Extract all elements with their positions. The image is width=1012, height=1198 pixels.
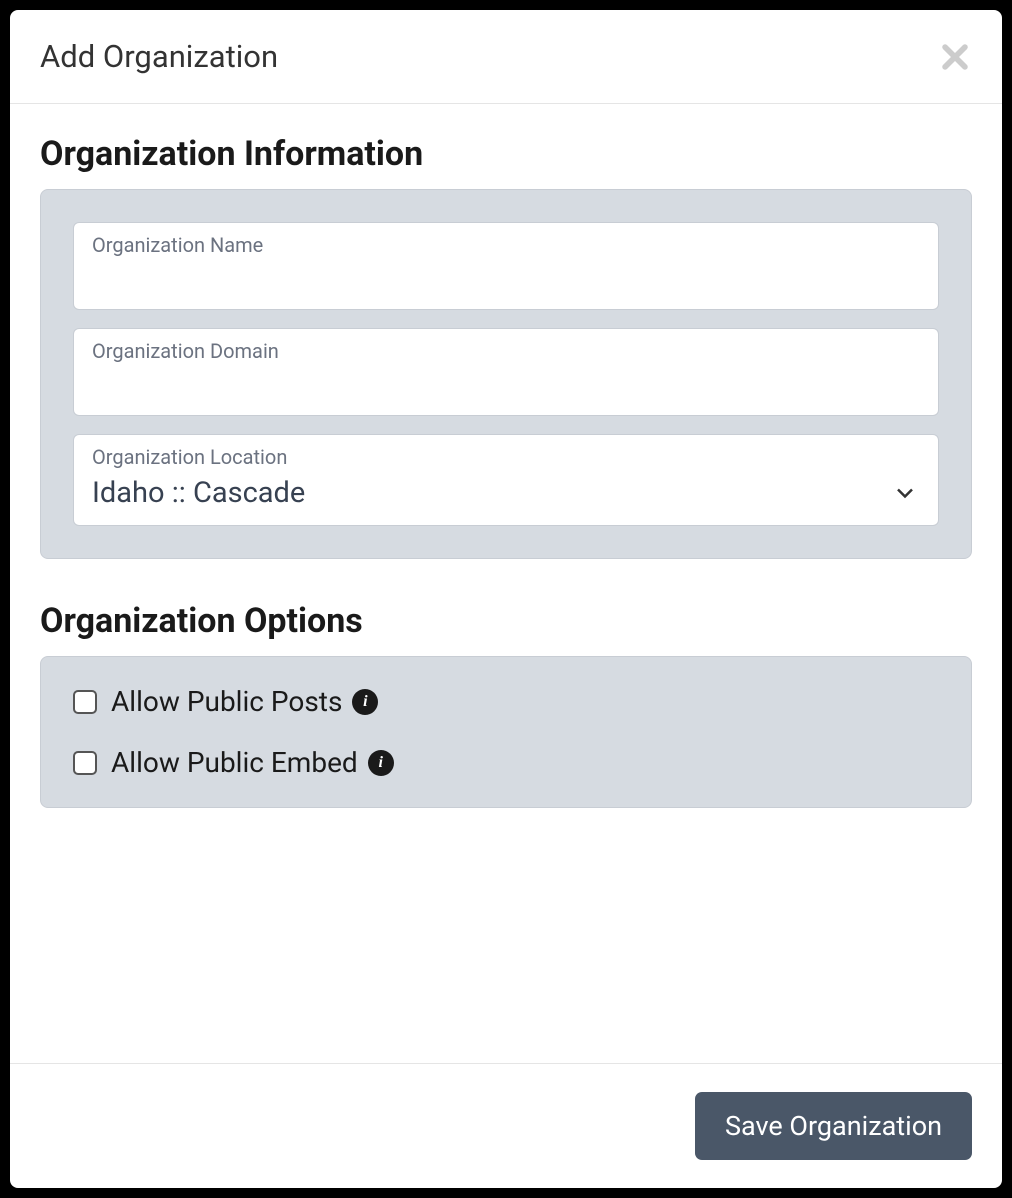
allow-public-posts-text: Allow Public Posts	[111, 685, 342, 718]
modal-header: Add Organization	[10, 10, 1002, 104]
modal-body: Organization Information Organization Na…	[10, 104, 1002, 1063]
save-organization-button[interactable]: Save Organization	[695, 1092, 972, 1160]
org-info-heading: Organization Information	[40, 134, 972, 174]
allow-public-posts-checkbox[interactable]	[73, 690, 97, 714]
org-name-input[interactable]	[92, 261, 920, 297]
modal-footer: Save Organization	[10, 1063, 1002, 1188]
allow-public-embed-text: Allow Public Embed	[111, 746, 358, 779]
info-icon[interactable]: i	[368, 750, 394, 776]
org-name-label: Organization Name	[92, 233, 920, 257]
org-location-select[interactable]: Idaho :: Cascade	[92, 473, 920, 513]
org-domain-label: Organization Domain	[92, 339, 920, 363]
allow-public-posts-row: Allow Public Posts i	[73, 685, 939, 718]
allow-public-embed-row: Allow Public Embed i	[73, 746, 939, 779]
allow-public-embed-label[interactable]: Allow Public Embed i	[111, 746, 394, 779]
allow-public-posts-label[interactable]: Allow Public Posts i	[111, 685, 378, 718]
org-name-field: Organization Name	[73, 222, 939, 310]
org-info-panel: Organization Name Organization Domain Or…	[40, 189, 972, 559]
allow-public-embed-checkbox[interactable]	[73, 751, 97, 775]
close-icon	[938, 40, 972, 74]
org-options-panel: Allow Public Posts i Allow Public Embed …	[40, 656, 972, 808]
org-location-field: Organization Location Idaho :: Cascade	[73, 434, 939, 526]
modal-title: Add Organization	[40, 38, 278, 75]
org-location-label: Organization Location	[92, 445, 920, 469]
org-domain-input[interactable]	[92, 367, 920, 403]
org-location-select-wrap: Idaho :: Cascade	[92, 473, 920, 513]
org-options-heading: Organization Options	[40, 601, 972, 641]
add-organization-modal: Add Organization Organization Informatio…	[10, 10, 1002, 1188]
org-domain-field: Organization Domain	[73, 328, 939, 416]
info-icon[interactable]: i	[352, 689, 378, 715]
close-button[interactable]	[938, 40, 972, 74]
